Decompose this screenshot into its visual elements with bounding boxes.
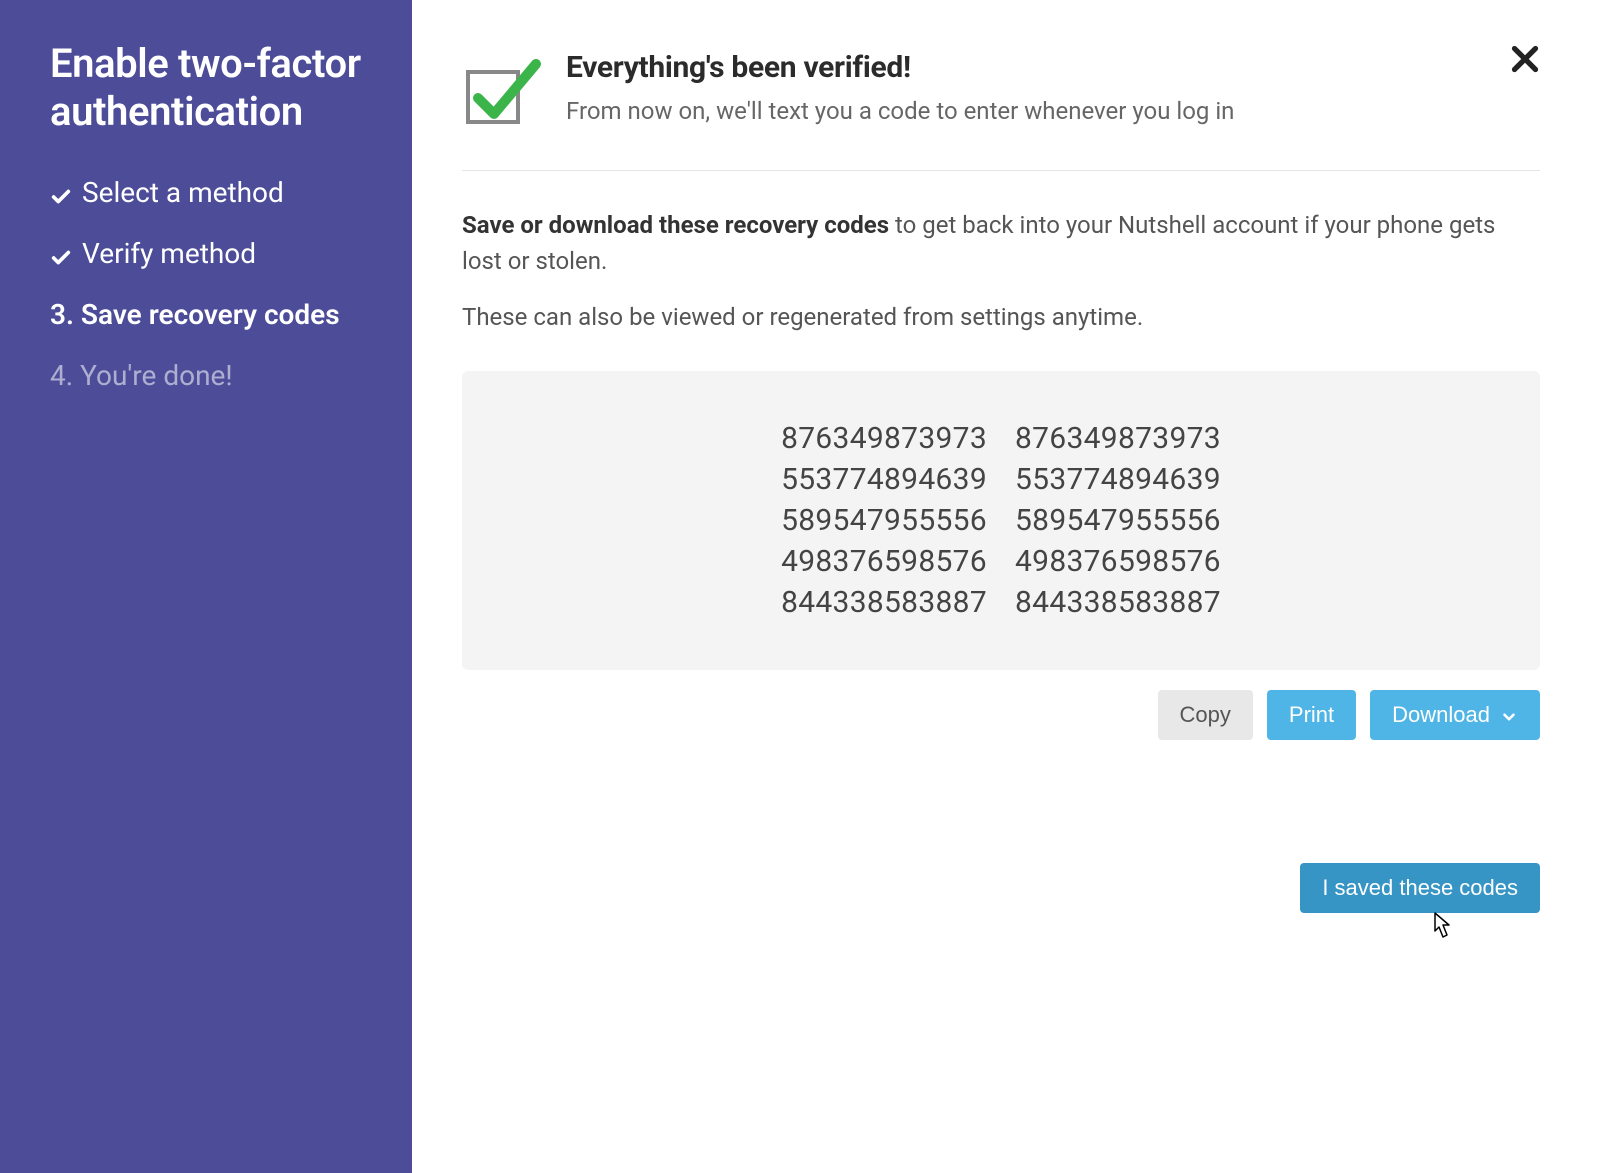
verified-checkbox-icon (462, 54, 542, 134)
recovery-code: 589547955556 (781, 503, 987, 538)
recovery-code: 589547955556 (1015, 503, 1221, 538)
copy-button[interactable]: Copy (1158, 690, 1253, 740)
step-label: Verify method (82, 237, 256, 270)
header-text: Everything's been verified! From now on,… (566, 50, 1234, 129)
verified-title: Everything's been verified! (566, 50, 1234, 85)
recovery-codes-box: 876349873973 876349873973 553774894639 5… (462, 371, 1540, 670)
print-button[interactable]: Print (1267, 690, 1356, 740)
recovery-code: 498376598576 (781, 544, 987, 579)
saved-codes-button[interactable]: I saved these codes (1300, 863, 1540, 913)
close-icon (1507, 65, 1543, 80)
step-list: Select a method Verify method 3. Save re… (50, 176, 362, 392)
action-row: Copy Print Download (462, 690, 1540, 740)
download-label: Download (1392, 702, 1490, 728)
recovery-code: 553774894639 (1015, 462, 1221, 497)
instructions-sub: These can also be viewed or regenerated … (462, 299, 1540, 335)
chevron-down-icon (1500, 706, 1518, 724)
step-save-recovery: 3. Save recovery codes (50, 298, 362, 331)
instructions-bold: Save or download these recovery codes (462, 211, 889, 239)
instructions: Save or download these recovery codes to… (462, 207, 1540, 279)
step-verify-method: Verify method (50, 237, 362, 270)
cursor-pointer-icon (1427, 911, 1455, 945)
check-icon (50, 182, 72, 204)
step-done: 4. You're done! (50, 359, 362, 392)
close-button[interactable] (1505, 40, 1545, 80)
step-label: 3. Save recovery codes (50, 298, 340, 331)
step-label: 4. You're done! (50, 359, 233, 392)
download-button[interactable]: Download (1370, 690, 1540, 740)
recovery-codes-grid: 876349873973 876349873973 553774894639 5… (781, 421, 1221, 620)
sidebar: Enable two-factor authentication Select … (0, 0, 412, 1173)
recovery-code: 498376598576 (1015, 544, 1221, 579)
main-content: Everything's been verified! From now on,… (412, 0, 1600, 1173)
step-label: Select a method (82, 176, 284, 209)
recovery-code: 553774894639 (781, 462, 987, 497)
check-icon (50, 243, 72, 265)
print-label: Print (1289, 702, 1334, 728)
verified-subtitle: From now on, we'll text you a code to en… (566, 95, 1234, 129)
verified-header: Everything's been verified! From now on,… (462, 50, 1540, 171)
recovery-code: 876349873973 (781, 421, 987, 456)
recovery-code: 844338583887 (781, 585, 987, 620)
step-select-method: Select a method (50, 176, 362, 209)
saved-codes-label: I saved these codes (1322, 875, 1518, 900)
recovery-code: 876349873973 (1015, 421, 1221, 456)
copy-label: Copy (1180, 702, 1231, 728)
recovery-code: 844338583887 (1015, 585, 1221, 620)
sidebar-title: Enable two-factor authentication (50, 40, 362, 136)
